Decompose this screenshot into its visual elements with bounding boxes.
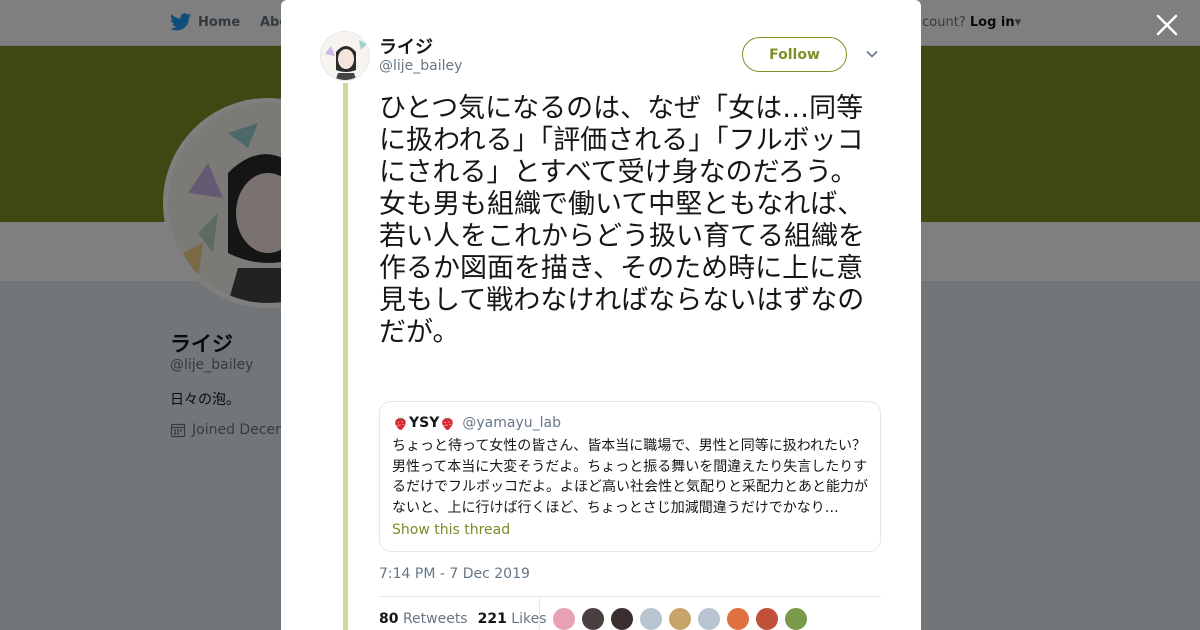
strawberry-icon: [395, 416, 406, 430]
liker-avatar[interactable]: [668, 607, 692, 630]
quoted-author-handle: @yamayu_lab: [462, 414, 561, 431]
liker-avatar[interactable]: [639, 607, 663, 630]
quoted-tweet-header: YSY @yamayu_lab: [392, 414, 868, 431]
strawberry-icon: [442, 416, 454, 430]
quoted-author-name: YSY: [409, 414, 440, 431]
liker-avatar[interactable]: [784, 607, 808, 630]
liker-avatar[interactable]: [552, 607, 576, 630]
tweet-stats: 80 Retweets 221 Likes: [379, 611, 557, 627]
quoted-tweet[interactable]: YSY @yamayu_lab ちょっと待って女性の皆さん、皆本当に職場で、男性…: [379, 401, 881, 552]
liker-avatars: [552, 607, 813, 630]
liker-avatar[interactable]: [755, 607, 779, 630]
liker-avatar[interactable]: [581, 607, 605, 630]
retweets-label: Retweets: [402, 611, 468, 627]
retweets-stat[interactable]: 80 Retweets: [379, 611, 468, 627]
liker-avatar[interactable]: [726, 607, 750, 630]
liker-avatar[interactable]: [610, 607, 634, 630]
stats-separator: [539, 597, 540, 630]
author-avatar-image: [321, 32, 369, 80]
retweets-count: 80: [379, 611, 399, 627]
stats-divider: [379, 596, 881, 597]
chevron-down-icon[interactable]: [865, 47, 879, 61]
thread-line: [343, 83, 348, 630]
follow-button[interactable]: Follow: [742, 37, 847, 72]
author-handle[interactable]: @lije_bailey: [379, 58, 462, 74]
author-name[interactable]: ライジ: [379, 33, 433, 59]
likes-label: Likes: [511, 611, 547, 627]
show-thread-link[interactable]: Show this thread: [392, 522, 868, 538]
likes-count: 221: [477, 611, 507, 627]
quoted-tweet-text: ちょっと待って女性の皆さん、皆本当に職場で、男性と同等に扱われたい？男性って本当…: [392, 438, 868, 516]
tweet-timestamp[interactable]: 7:14 PM - 7 Dec 2019: [379, 566, 530, 582]
likes-stat[interactable]: 221 Likes: [478, 611, 547, 627]
author-avatar[interactable]: [320, 31, 370, 81]
tweet-text: ひとつ気になるのは、なぜ「女は…同等に扱われる」「評価される」「フルボッコにされ…: [379, 93, 865, 348]
liker-avatar[interactable]: [697, 607, 721, 630]
tweet-modal: ライジ @lije_bailey Follow ひとつ気になるのは、なぜ「女は……: [281, 0, 921, 630]
close-icon[interactable]: [1154, 12, 1180, 38]
